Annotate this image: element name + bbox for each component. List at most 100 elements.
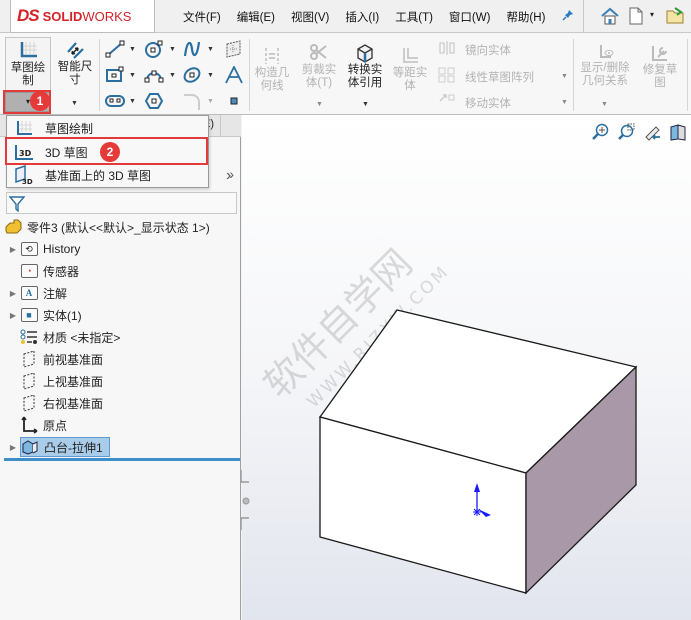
construction-geometry-label-1: 构造几: [254, 67, 290, 79]
tree-item-label: 凸台-拉伸1: [44, 440, 103, 455]
plane-tool-icon[interactable]: [223, 39, 245, 59]
menu-item-label: 草图绘制: [45, 121, 94, 136]
offset-entities-label-1: 等距实: [392, 67, 428, 79]
tree-item-right-plane[interactable]: 右视基准面: [6, 393, 103, 413]
pin-icon[interactable]: [562, 9, 574, 24]
slot-tool-icon[interactable]: [104, 91, 126, 111]
3d-model-box[interactable]: [242, 115, 691, 620]
linear-pattern-button[interactable]: 线性草图阵列: [437, 67, 534, 86]
spline-dropdown-icon[interactable]: ▼: [207, 46, 214, 53]
new-dropdown-arrow-icon[interactable]: ▾: [650, 10, 654, 19]
slot-dropdown-icon[interactable]: ▼: [129, 98, 136, 105]
new-document-icon[interactable]: [628, 6, 644, 31]
ribbon-separator: [573, 39, 574, 111]
line-tool-icon[interactable]: [104, 39, 126, 59]
repair-sketch-label-2: 图: [654, 77, 666, 89]
trim-entities-button[interactable]: 剪裁实 体(T): [297, 42, 341, 90]
menu-insert[interactable]: 插入(I): [345, 9, 379, 25]
menu-edit[interactable]: 编辑(E): [237, 9, 275, 25]
arc-dropdown-icon[interactable]: ▼: [169, 72, 176, 79]
menu-item-sketch[interactable]: 草图绘制: [7, 117, 208, 139]
ellipse-dropdown-icon[interactable]: ▼: [207, 72, 214, 79]
rectangle-dropdown-icon[interactable]: ▼: [129, 72, 136, 79]
convert-entities-button[interactable]: 转换实 体引用: [343, 42, 387, 90]
display-relations-label-1: 显示/删除: [580, 62, 630, 74]
step-badge-1: 1: [30, 91, 50, 111]
move-entities-button[interactable]: 移动实体: [437, 93, 511, 112]
convert-dropdown-icon[interactable]: ▼: [362, 101, 369, 108]
point-tool-icon[interactable]: [223, 91, 245, 111]
ellipse-tool-icon[interactable]: [181, 65, 203, 85]
home-icon[interactable]: [600, 6, 620, 31]
trim-dropdown-icon[interactable]: ▼: [316, 101, 323, 108]
tree-item-history[interactable]: ▶ ⟲ History: [6, 239, 80, 259]
tree-item-label: 注解: [43, 286, 68, 301]
fillet-dropdown-icon[interactable]: ▼: [207, 98, 214, 105]
construction-geometry-label-2: 何线: [260, 80, 284, 92]
solidworks-logo[interactable]: DS SOLID WORKS: [10, 0, 155, 33]
convert-entities-label-2: 体引用: [347, 77, 383, 89]
origin-icon: [20, 416, 38, 434]
tree-item-sensors[interactable]: ◔ 传感器: [6, 261, 79, 281]
annotation-folder-icon: A: [20, 285, 38, 301]
submenu-chevron-icon[interactable]: ›: [226, 167, 231, 185]
step-badge-2: 2: [100, 142, 120, 162]
spline-tool-icon[interactable]: [181, 39, 203, 59]
tree-item-label: History: [43, 242, 81, 256]
mirror-entities-button[interactable]: 镜向实体: [437, 41, 511, 58]
construction-geometry-button[interactable]: 构造几 何线: [252, 45, 292, 93]
expand-arrow-icon[interactable]: ▶: [6, 289, 20, 298]
display-relations-label-2: 几何关系: [582, 75, 628, 87]
menu-help[interactable]: 帮助(H): [506, 9, 545, 25]
offset-entities-label-2: 体: [404, 80, 416, 92]
menu-item-label: 基准面上的 3D 草图: [45, 168, 152, 183]
rectangle-tool-icon[interactable]: [104, 65, 126, 85]
circle-dropdown-icon[interactable]: ▼: [169, 46, 176, 53]
arc-tool-icon[interactable]: [143, 65, 165, 85]
sketch-button[interactable]: 草图绘 制: [5, 37, 51, 91]
menu-tools[interactable]: 工具(T): [395, 9, 433, 25]
tree-item-material[interactable]: 材质 <未指定>: [6, 327, 120, 347]
smart-dimension-dropdown-icon[interactable]: ▼: [71, 100, 78, 107]
plane-icon: [20, 394, 38, 412]
menu-file[interactable]: 文件(F): [183, 9, 221, 25]
3d-sketch-on-plane-icon: 3D: [13, 165, 35, 185]
menu-item-3d-sketch-on-plane[interactable]: 3D 基准面上的 3D 草图 ›: [7, 164, 234, 186]
move-dropdown-icon[interactable]: ▼: [561, 99, 568, 106]
expand-arrow-icon[interactable]: ▶: [6, 311, 20, 320]
tree-item-origin[interactable]: 原点: [6, 415, 67, 435]
fillet-tool-icon[interactable]: [181, 91, 203, 111]
repair-sketch-button[interactable]: 修复草 图: [638, 42, 682, 90]
open-folder-icon[interactable]: [665, 6, 687, 31]
smart-dimension-button[interactable]: 智能尺 寸: [54, 39, 96, 87]
circle-tool-icon[interactable]: [143, 39, 165, 59]
tree-root-part[interactable]: 零件3 (默认<<默认>_显示状态 1>): [4, 217, 210, 237]
offset-entities-button[interactable]: 等距实 体: [389, 45, 431, 93]
title-bar: DS SOLID WORKS 文件(F) 编辑(E) 视图(V) 插入(I) 工具…: [0, 0, 691, 33]
selected-feature[interactable]: 凸台-拉伸1: [20, 437, 110, 457]
display-delete-relations-button[interactable]: 显示/删除 几何关系: [577, 42, 633, 88]
rollback-bar[interactable]: [4, 458, 240, 461]
panel-splitter-handle[interactable]: [240, 470, 251, 530]
display-relations-dropdown-icon[interactable]: ▼: [601, 101, 608, 108]
tree-item-top-plane[interactable]: 上视基准面: [6, 371, 103, 391]
expand-arrow-icon[interactable]: ▶: [6, 443, 20, 452]
tree-item-annotations[interactable]: ▶ A 注解: [6, 283, 67, 303]
trim-entities-label-2: 体(T): [305, 77, 333, 89]
filter-icon: [8, 195, 26, 215]
tree-item-label: 上视基准面: [43, 374, 104, 389]
feature-filter[interactable]: [6, 192, 237, 214]
text-tool-icon[interactable]: [223, 65, 245, 85]
tree-item-front-plane[interactable]: 前视基准面: [6, 349, 103, 369]
part-icon: [4, 219, 22, 235]
polygon-tool-icon[interactable]: [143, 91, 165, 111]
expand-arrow-icon[interactable]: ▶: [6, 245, 20, 254]
tree-item-label: 前视基准面: [43, 352, 104, 367]
line-dropdown-icon[interactable]: ▼: [129, 46, 136, 53]
menu-window[interactable]: 窗口(W): [449, 9, 491, 25]
tree-item-boss-extrude[interactable]: ▶ 凸台-拉伸1: [6, 437, 110, 457]
graphics-viewport[interactable]: 软件自学网 WWW.RJZXW.COM: [242, 115, 691, 620]
tree-item-solid-bodies[interactable]: ▶ ■ 实体(1): [6, 305, 82, 325]
menu-view[interactable]: 视图(V): [291, 9, 329, 25]
linear-pattern-dropdown-icon[interactable]: ▼: [561, 73, 568, 80]
